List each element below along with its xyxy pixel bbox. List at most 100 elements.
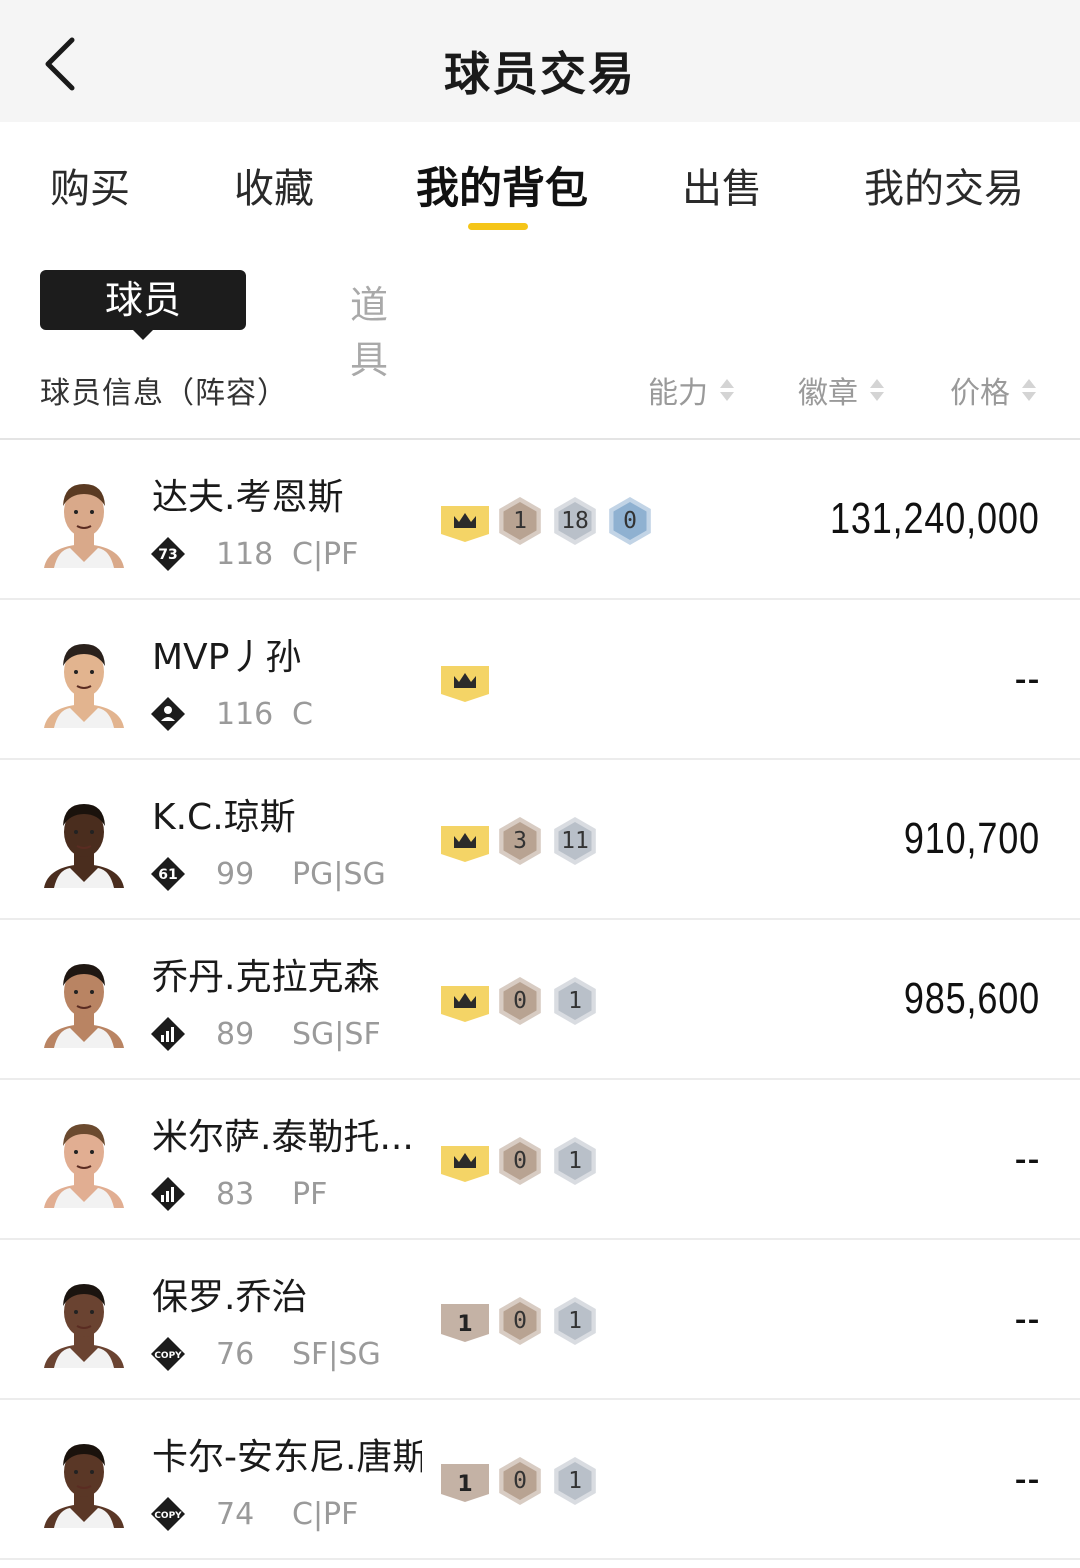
- player-avatar: [44, 804, 124, 888]
- column-badge-label: 徽章: [798, 376, 858, 411]
- player-position: C|PF: [292, 536, 359, 572]
- player-meta: 61 99 PG|SG: [150, 854, 386, 894]
- sort-icon: [718, 375, 736, 405]
- page-title: 球员交易: [444, 47, 636, 101]
- level-tag-badge: 1: [440, 1456, 490, 1506]
- player-avatar: [44, 1284, 124, 1368]
- silver-badge-count: 1: [550, 1136, 600, 1186]
- player-row[interactable]: 卡尔-安东尼.唐斯 COPY 74 C|PF 1 0 1 --: [0, 1400, 1080, 1560]
- crown-badge-icon: [440, 816, 490, 866]
- badge-count-label: 1: [568, 1468, 582, 1494]
- player-avatar: [44, 644, 124, 728]
- player-row[interactable]: 保罗.乔治 COPY 76 SF|SG 1 0 1 --: [0, 1240, 1080, 1400]
- lineup-diamond-icon: [151, 1177, 185, 1211]
- player-name: 达夫.考恩斯: [152, 477, 344, 518]
- silver-badge-count: 18: [550, 496, 600, 546]
- tab-favorites[interactable]: 收藏: [234, 156, 314, 214]
- crown-badge-icon: [440, 656, 490, 706]
- player-row[interactable]: K.C.琼斯 61 99 PG|SG 3 11 910,700: [0, 760, 1080, 920]
- player-rating: 89: [216, 1016, 255, 1052]
- player-rating: 116: [216, 696, 274, 732]
- lineup-diamond-icon: 61: [151, 857, 185, 891]
- badge-group: 1 0 1: [440, 1456, 605, 1506]
- bronze-badge-count: 0: [495, 976, 545, 1026]
- silver-badge-count: 1: [550, 1456, 600, 1506]
- player-name: 卡尔-安东尼.唐斯: [152, 1437, 422, 1478]
- column-header: 球员信息（阵容） 能力 徽章 价格: [0, 368, 1080, 412]
- player-price: 985,600: [903, 974, 1040, 1023]
- column-player-info: 球员信息（阵容）: [40, 376, 288, 411]
- svg-text:73: 73: [158, 547, 177, 563]
- svg-text:COPY: COPY: [154, 1351, 182, 1361]
- silver-badge-count: 11: [550, 816, 600, 866]
- player-name: MVP丿孙: [152, 637, 302, 678]
- player-meta: 83 PF: [150, 1174, 327, 1214]
- bronze-badge-count: 0: [495, 1456, 545, 1506]
- badge-count-label: 0: [513, 988, 527, 1014]
- column-ability-label: 能力: [648, 376, 708, 411]
- subtab-players[interactable]: 球员: [40, 270, 246, 330]
- svg-text:61: 61: [158, 867, 177, 883]
- badge-count-label: 11: [561, 828, 589, 854]
- sort-badge[interactable]: 徽章: [798, 368, 886, 412]
- player-meta: COPY 76 SF|SG: [150, 1334, 381, 1374]
- player-price: --: [1014, 654, 1040, 703]
- player-name: 保罗.乔治: [152, 1277, 308, 1318]
- sort-icon: [1020, 375, 1038, 405]
- player-meta: COPY 74 C|PF: [150, 1494, 358, 1534]
- svg-text:COPY: COPY: [154, 1511, 182, 1521]
- top-bar: 球员交易: [0, 0, 1080, 122]
- badge-group: [440, 656, 495, 706]
- badge-count-label: 3: [513, 828, 527, 854]
- player-row[interactable]: 达夫.考恩斯 73 118 C|PF 1 18 0 131,240,000: [0, 440, 1080, 600]
- player-name: K.C.琼斯: [152, 797, 296, 838]
- svg-text:1: 1: [457, 1312, 472, 1337]
- player-rating: 83: [216, 1176, 255, 1212]
- player-name: 乔丹.克拉克森: [152, 957, 380, 998]
- lineup-diamond-icon: COPY: [151, 1497, 185, 1531]
- player-meta: 89 SG|SF: [150, 1014, 381, 1054]
- player-position: PF: [292, 1176, 328, 1212]
- active-tab-indicator: [468, 223, 528, 230]
- sort-ability[interactable]: 能力: [648, 368, 736, 412]
- bronze-badge-count: 0: [495, 1296, 545, 1346]
- badge-count-label: 1: [513, 508, 527, 534]
- player-row[interactable]: MVP丿孙 116 C --: [0, 600, 1080, 760]
- column-price-label: 价格: [950, 376, 1010, 411]
- bronze-badge-count: 1: [495, 496, 545, 546]
- badge-count-label: 0: [513, 1148, 527, 1174]
- badge-group: 01: [440, 1136, 605, 1186]
- player-avatar: [44, 1124, 124, 1208]
- tab-sell[interactable]: 出售: [682, 156, 762, 214]
- player-meta: 73 118 C|PF: [150, 534, 358, 574]
- badge-count-label: 0: [623, 508, 637, 534]
- player-row[interactable]: 乔丹.克拉克森 89 SG|SF 0 1 985,600: [0, 920, 1080, 1080]
- badge-count-label: 0: [513, 1308, 527, 1334]
- tab-buy[interactable]: 购买: [50, 156, 130, 214]
- player-price: --: [1014, 1294, 1040, 1343]
- bronze-badge-count: 3: [495, 816, 545, 866]
- player-avatar: [44, 964, 124, 1048]
- player-meta: 116 C: [150, 694, 313, 734]
- lineup-diamond-icon: COPY: [151, 1337, 185, 1371]
- player-price: --: [1014, 1454, 1040, 1503]
- tab-my-trades[interactable]: 我的交易: [864, 156, 1024, 214]
- player-avatar: [44, 1444, 124, 1528]
- badge-count-label: 1: [568, 988, 582, 1014]
- badge-count-label: 1: [568, 1148, 582, 1174]
- lineup-diamond-icon: [151, 697, 185, 731]
- player-position: PG|SG: [292, 856, 386, 892]
- player-price: 910,700: [903, 814, 1040, 863]
- lineup-diamond-icon: [151, 1017, 185, 1051]
- player-row[interactable]: 米尔萨.泰勒托... 83 PF 0 1 --: [0, 1080, 1080, 1240]
- player-position: SG|SF: [292, 1016, 381, 1052]
- bronze-badge-count: 0: [495, 1136, 545, 1186]
- badge-group: 1 18 0: [440, 496, 660, 546]
- player-rating: 118: [216, 536, 274, 572]
- player-name: 米尔萨.泰勒托...: [152, 1117, 414, 1158]
- tab-my-backpack[interactable]: 我的背包: [416, 154, 588, 216]
- badge-count-label: 0: [513, 1468, 527, 1494]
- player-avatar: [44, 484, 124, 568]
- sort-price[interactable]: 价格: [950, 368, 1038, 412]
- badge-group: 01: [440, 976, 605, 1026]
